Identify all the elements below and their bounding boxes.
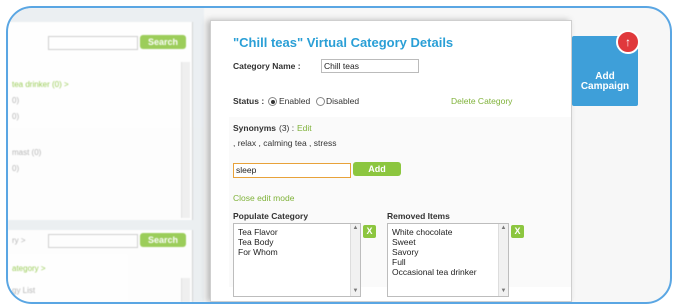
- list-item[interactable]: Tea Body: [234, 237, 360, 247]
- populate-category-label: Populate Category: [233, 211, 309, 221]
- scroll-down-icon[interactable]: ▼: [499, 287, 508, 296]
- category-name-input[interactable]: Chill teas: [321, 59, 419, 73]
- add-campaign-label: Add Campaign: [572, 72, 638, 92]
- list-item[interactable]: Sweet: [388, 237, 508, 247]
- sidebar-panel-top: Search tea drinker (0) > 0) 0) mast (0) …: [8, 22, 193, 220]
- list-item[interactable]: Savory: [388, 247, 508, 257]
- enabled-radio[interactable]: [268, 97, 277, 106]
- synonym-input[interactable]: sleep: [233, 163, 351, 178]
- list-item[interactable]: Tea Flavor: [234, 227, 360, 237]
- removed-items-list[interactable]: White chocolate Sweet Savory Full Occasional…: [387, 223, 509, 297]
- status-label: Status :: [233, 96, 265, 106]
- close-edit-mode-link[interactable]: Close edit mode: [233, 193, 294, 203]
- enabled-label: Enabled: [279, 96, 311, 106]
- sidebar-search-input[interactable]: [48, 36, 138, 50]
- disabled-label: Disabled: [326, 96, 360, 106]
- sidebar-item[interactable]: 0): [12, 164, 19, 173]
- sidebar-item[interactable]: ry >: [12, 236, 26, 245]
- populate-list-scrollbar[interactable]: ▲ ▼: [350, 224, 360, 296]
- sidebar-panel-bottom: ry > Search ategory > gy List: [8, 230, 193, 302]
- window-frame: Search tea drinker (0) > 0) 0) mast (0) …: [6, 6, 672, 304]
- add-campaign-button[interactable]: Add Campaign: [572, 30, 640, 106]
- scroll-up-icon[interactable]: ▲: [351, 224, 360, 233]
- category-name-label: Category Name :: [233, 61, 301, 71]
- scroll-up-icon[interactable]: ▲: [499, 224, 508, 233]
- sidebar-item[interactable]: ategory >: [12, 264, 46, 273]
- sidebar-search-button-2[interactable]: Search: [140, 233, 186, 247]
- removed-items-label: Removed Items: [387, 211, 450, 221]
- add-campaign-line2: Campaign: [580, 81, 630, 92]
- populate-category-list[interactable]: Tea Flavor Tea Body For Whom ▲ ▼: [233, 223, 361, 297]
- sidebar-search-input-2[interactable]: [48, 234, 138, 248]
- removed-list-scrollbar[interactable]: ▲ ▼: [498, 224, 508, 296]
- add-synonym-button[interactable]: Add: [353, 162, 401, 176]
- restore-item-button[interactable]: X: [511, 225, 524, 238]
- sidebar-item[interactable]: gy List: [12, 286, 35, 295]
- sidebar-scrollbar-2[interactable]: [181, 278, 190, 302]
- synonyms-label: Synonyms: [233, 123, 276, 133]
- synonyms-list: , relax , calming tea , stress: [233, 138, 337, 148]
- list-item[interactable]: For Whom: [234, 247, 360, 257]
- virtual-category-panel: "Chill teas" Virtual Category Details Ca…: [210, 20, 572, 302]
- sidebar-item[interactable]: mast (0): [12, 148, 41, 157]
- disabled-radio[interactable]: [316, 97, 325, 106]
- page-title: "Chill teas" Virtual Category Details: [233, 35, 454, 50]
- sidebar-item[interactable]: 0): [12, 112, 19, 121]
- list-item[interactable]: White chocolate: [388, 227, 508, 237]
- sidebar-scrollbar[interactable]: [181, 62, 190, 218]
- sidebar-item[interactable]: 0): [12, 96, 19, 105]
- synonyms-edit-link[interactable]: Edit: [297, 123, 312, 133]
- sidebar-item[interactable]: tea drinker (0) >: [12, 80, 69, 89]
- sidebar: Search tea drinker (0) > 0) 0) mast (0) …: [8, 8, 204, 302]
- list-item[interactable]: Full: [388, 257, 508, 267]
- sidebar-search-button[interactable]: Search: [140, 35, 186, 49]
- list-item[interactable]: Occasional tea drinker: [388, 267, 508, 277]
- synonyms-count: (3) :: [279, 123, 295, 133]
- upload-arrow-icon: [616, 30, 640, 54]
- delete-category-link[interactable]: Delete Category: [451, 96, 512, 106]
- scroll-down-icon[interactable]: ▼: [351, 287, 360, 296]
- remove-item-button[interactable]: X: [363, 225, 376, 238]
